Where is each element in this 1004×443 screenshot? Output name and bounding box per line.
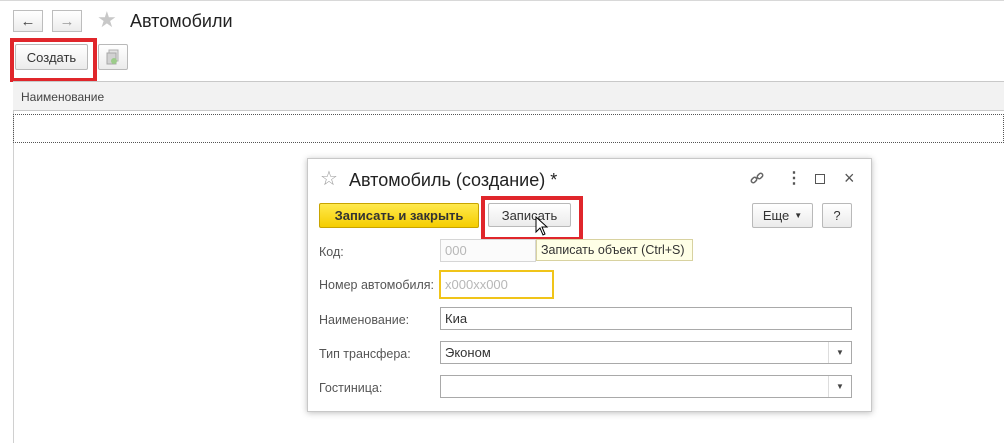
page-title: Автомобили [130,11,233,31]
hotel-select[interactable]: ▼ [440,375,852,398]
link-icon[interactable] [749,170,765,189]
copy-button[interactable] [98,44,128,70]
chevron-down-icon: ▼ [794,211,803,220]
back-button[interactable]: ← [13,10,43,32]
transfer-type-label: Тип трансфера: [319,347,411,361]
mouse-cursor-icon [535,216,549,236]
top-border [0,0,1004,1]
save-button[interactable]: Записать [488,203,571,227]
table-row[interactable] [13,114,1004,143]
more-button-label: Еще [762,208,790,223]
star-outline-icon[interactable]: ☆ [320,168,338,190]
forward-button[interactable]: → [52,10,82,32]
hotel-label: Гостиница: [319,381,383,395]
transfer-type-value: Эконом [445,345,491,360]
plate-label: Номер автомобиля: [319,278,435,292]
help-button[interactable]: ? [822,203,852,228]
arrow-right-icon: → [59,12,75,30]
dropdown-arrow-icon[interactable]: ▼ [828,342,851,363]
more-button[interactable]: Еще ▼ [752,203,813,228]
copy-icon [106,49,119,65]
name-field[interactable]: Киа [440,307,852,330]
column-header-name[interactable]: Наименование [21,90,104,104]
name-label: Наименование: [319,313,410,327]
close-icon[interactable]: × [844,168,855,189]
code-label: Код: [319,245,344,259]
code-field[interactable]: 000 [440,239,536,262]
dialog-title: Автомобиль (создание) * [349,170,558,190]
save-tooltip: Записать объект (Ctrl+S) [536,239,693,261]
plate-number-field[interactable]: x000xx000 [439,270,554,299]
maximize-icon[interactable] [815,174,825,184]
dropdown-arrow-icon[interactable]: ▼ [828,376,851,397]
create-button[interactable]: Создать [15,44,88,70]
more-icon[interactable]: ⋮ [786,168,802,188]
arrow-left-icon: ← [20,12,36,30]
star-icon[interactable]: ★ [97,9,117,31]
table-header: Наименование [13,81,1004,111]
transfer-type-select[interactable]: Эконом ▼ [440,341,852,364]
save-and-close-button[interactable]: Записать и закрыть [319,203,479,228]
